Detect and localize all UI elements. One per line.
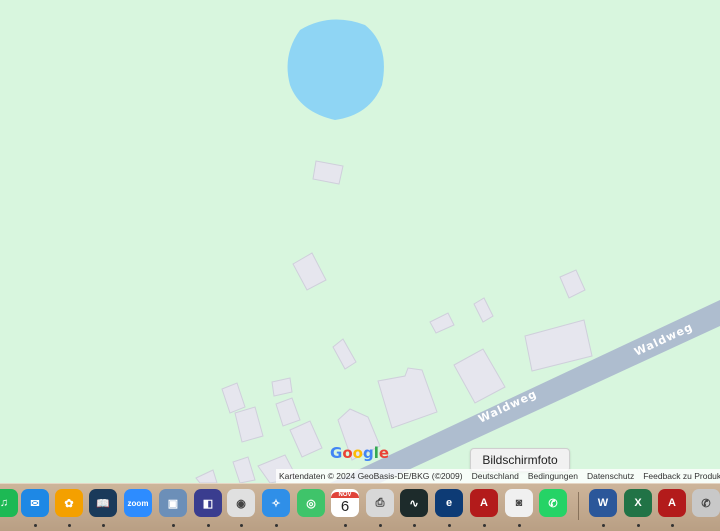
running-indicator <box>379 524 382 527</box>
running-indicator <box>448 524 451 527</box>
screenshot-app-icon[interactable]: ◧ <box>194 489 222 517</box>
building <box>559 269 586 299</box>
dock: ♫ ✉ ✿ 📖 zoom ▣ ◧ ◉ ✧ ◎ NOV 6 ⎙ ∿ e A ◙ ✆ W X A ✆ <box>0 483 720 531</box>
safari-icon[interactable]: ✧ <box>262 489 290 517</box>
building <box>332 338 357 370</box>
calendar-icon[interactable]: NOV 6 <box>331 489 359 517</box>
map-canvas[interactable] <box>0 0 720 483</box>
building <box>524 319 593 372</box>
running-indicator <box>602 524 605 527</box>
building <box>429 312 455 334</box>
acrobat-reader-icon[interactable]: A <box>658 489 686 517</box>
map-attribution-bar: Kartendaten © 2024 GeoBasis-DE/BKG (©200… <box>276 469 720 483</box>
running-indicator <box>344 524 347 527</box>
google-logo: Google <box>330 444 390 462</box>
spotify-icon[interactable]: ♫ <box>0 489 18 517</box>
running-indicator <box>275 524 278 527</box>
running-indicator <box>637 524 640 527</box>
terms-link[interactable]: Bedingungen <box>525 471 584 481</box>
running-indicator <box>671 524 674 527</box>
feedback-link[interactable]: Feedback zu Produkt(e <box>640 471 720 481</box>
running-indicator <box>483 524 486 527</box>
whatsapp-2-icon[interactable]: ✆ <box>692 489 720 517</box>
chrome-icon[interactable]: ◉ <box>227 489 255 517</box>
running-indicator <box>172 524 175 527</box>
activity-monitor-icon[interactable]: ∿ <box>400 489 428 517</box>
running-indicator <box>102 524 105 527</box>
photos-icon[interactable]: ✿ <box>55 489 83 517</box>
building <box>473 297 494 323</box>
building <box>195 469 218 483</box>
building <box>453 348 506 404</box>
building <box>312 160 344 185</box>
privacy-link[interactable]: Datenschutz <box>584 471 640 481</box>
excel-icon[interactable]: X <box>624 489 652 517</box>
building <box>234 406 264 443</box>
kindle-icon[interactable]: 📖 <box>89 489 117 517</box>
screenshot-icon[interactable]: ◙ <box>505 489 533 517</box>
app-e-icon[interactable]: e <box>435 489 463 517</box>
country-link[interactable]: Deutschland <box>469 471 525 481</box>
find-my-icon[interactable]: ◎ <box>297 489 325 517</box>
building <box>377 367 438 429</box>
word-icon[interactable]: W <box>589 489 617 517</box>
dock-separator <box>578 492 579 520</box>
running-indicator <box>240 524 243 527</box>
building <box>271 377 293 397</box>
lake <box>287 19 384 121</box>
building <box>221 382 246 414</box>
running-indicator <box>413 524 416 527</box>
zoom-icon[interactable]: zoom <box>124 489 152 517</box>
printer-icon[interactable]: ⎙ <box>366 489 394 517</box>
whatsapp-icon[interactable]: ✆ <box>539 489 567 517</box>
map-view[interactable]: Waldweg Waldweg Google Bildschirmfoto Ka… <box>0 0 720 483</box>
tooltip-label: Bildschirmfoto <box>482 453 558 467</box>
map-data-credit: Kartendaten © 2024 GeoBasis-DE/BKG (©200… <box>279 471 463 481</box>
building <box>275 397 301 427</box>
calendar-day: 6 <box>340 497 350 515</box>
building <box>232 456 256 483</box>
building <box>292 252 327 291</box>
acrobat-icon[interactable]: A <box>470 489 498 517</box>
mail-icon[interactable]: ✉ <box>21 489 49 517</box>
running-indicator <box>68 524 71 527</box>
building <box>289 420 323 458</box>
running-indicator <box>207 524 210 527</box>
preview-icon[interactable]: ▣ <box>159 489 187 517</box>
running-indicator <box>518 524 521 527</box>
running-indicator <box>34 524 37 527</box>
